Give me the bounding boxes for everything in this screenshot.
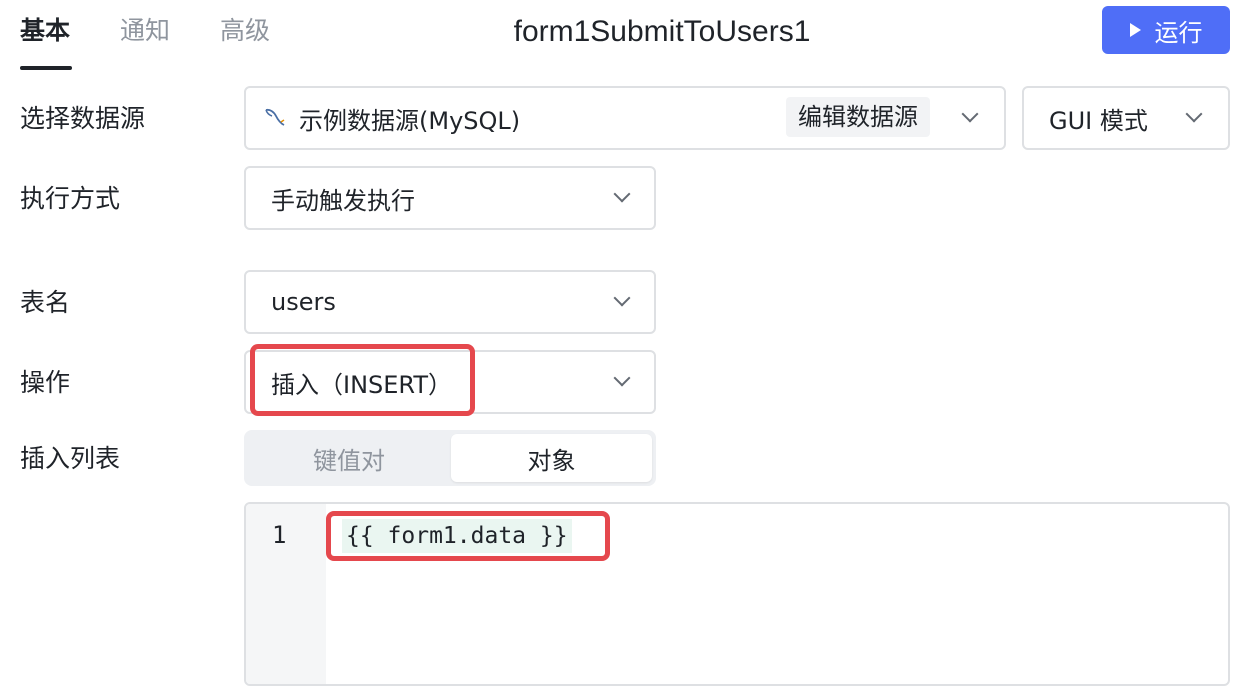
chevron-down-icon xyxy=(961,105,979,123)
datasource-label: 选择数据源 xyxy=(20,104,146,133)
code-highlight-box xyxy=(326,511,610,561)
table-select[interactable]: users xyxy=(244,270,656,334)
active-tab-indicator xyxy=(20,66,72,70)
exec-mode-value: 手动触发执行 xyxy=(271,186,415,215)
segment-key-value[interactable]: 键值对 xyxy=(248,434,450,482)
table-label: 表名 xyxy=(20,288,71,317)
line-number: 1 xyxy=(272,521,287,549)
insert-list-label: 插入列表 xyxy=(20,444,121,473)
operation-label: 操作 xyxy=(20,368,71,397)
operation-highlight-box xyxy=(250,344,475,416)
mysql-dolphin-icon xyxy=(265,108,285,126)
mode-value: GUI 模式 xyxy=(1049,106,1148,135)
datasource-value: 示例数据源(MySQL) xyxy=(299,106,521,135)
run-button-label: 运行 xyxy=(1154,18,1203,47)
insert-list-segmented-control: 键值对 对象 xyxy=(244,430,656,486)
chevron-down-icon xyxy=(613,289,631,307)
editor-gutter: 1 xyxy=(246,504,326,684)
datasource-select[interactable]: 示例数据源(MySQL) 编辑数据源 xyxy=(244,86,1006,150)
exec-mode-select[interactable]: 手动触发执行 xyxy=(244,166,656,230)
play-icon xyxy=(1129,23,1141,37)
table-value: users xyxy=(271,288,336,316)
chevron-down-icon xyxy=(1185,105,1203,123)
segment-object[interactable]: 对象 xyxy=(451,434,652,482)
mode-select[interactable]: GUI 模式 xyxy=(1022,86,1230,150)
query-name-title[interactable]: form1SubmitToUsers1 xyxy=(0,13,1248,51)
exec-mode-label: 执行方式 xyxy=(20,184,121,213)
run-button[interactable]: 运行 xyxy=(1102,6,1230,54)
chevron-down-icon xyxy=(613,369,631,387)
edit-datasource-button[interactable]: 编辑数据源 xyxy=(786,97,930,137)
chevron-down-icon xyxy=(613,185,631,203)
